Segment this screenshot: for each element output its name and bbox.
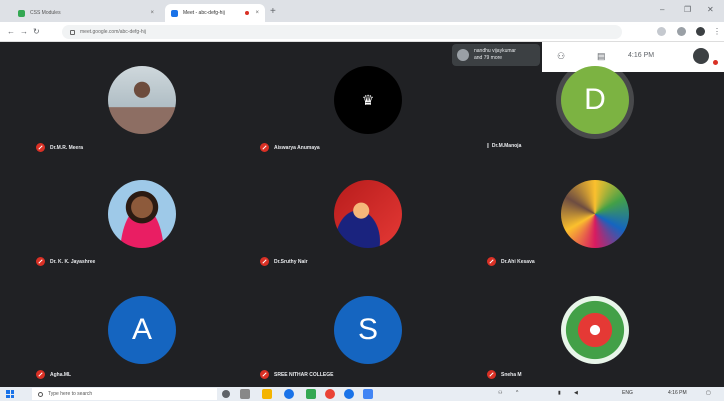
url-text: meet.google.com/abc-defg-hij [80, 29, 146, 35]
network-icon[interactable]: ▮ [558, 390, 561, 396]
new-tab-button[interactable]: + [270, 6, 276, 17]
store-icon[interactable] [306, 389, 316, 399]
tab-title: Meet - abc-defg-hij [183, 10, 225, 16]
taskbar-search-box[interactable]: Type here to search [32, 388, 217, 400]
mic-off-icon [487, 257, 496, 266]
profile-avatar[interactable] [696, 27, 705, 36]
mic-off-icon [260, 370, 269, 379]
avatar-letter: D [584, 83, 606, 116]
participant-name-row: Agha.ML [36, 370, 71, 379]
edge-icon[interactable] [284, 389, 294, 399]
participant-name: Sneha M [501, 371, 522, 378]
participant-name-row: Dr.Sruthy Nair [260, 257, 308, 266]
participant-letter-avatar: S [334, 296, 402, 364]
windows-taskbar: Type here to search ⚇ ^ ▮ ◀ ENG 4:16 PM … [0, 387, 724, 401]
lock-icon [70, 29, 75, 35]
chat-icon[interactable]: ▤ [597, 51, 606, 62]
meet-favicon-icon [171, 9, 178, 17]
participant-photo-avatar [561, 296, 629, 364]
maximize-button[interactable]: ❐ [684, 5, 691, 14]
people-icon[interactable]: ⚇ [557, 51, 565, 62]
self-avatar[interactable] [693, 48, 709, 64]
audio-level-icon: ||| [487, 143, 489, 149]
participant-name-row: Dr. K. K. Jayashree [36, 257, 95, 266]
participant-photo-avatar [334, 180, 402, 248]
tab-title: CSS Modules [30, 10, 61, 16]
tray-up-arrow-icon[interactable]: ^ [516, 390, 518, 396]
close-window-button[interactable]: ✕ [707, 5, 714, 14]
bookmark-star-icon[interactable] [677, 27, 686, 36]
browser-tab[interactable]: CSS Modules × [12, 4, 160, 22]
reload-icon[interactable]: ↻ [33, 27, 40, 36]
tab-favicon-icon [18, 9, 25, 17]
participant-photo-avatar: ♛ [334, 66, 402, 134]
participant-photo-avatar [561, 180, 629, 248]
extension-icon[interactable] [657, 27, 666, 36]
meeting-clock: 4:16 PM [628, 52, 655, 59]
self-muted-indicator [713, 60, 718, 65]
tab-close-icon[interactable]: × [255, 10, 259, 16]
task-view-icon[interactable] [240, 389, 250, 399]
app-icon[interactable] [344, 389, 354, 399]
participant-name: Dr. K. K. Jayashree [50, 258, 96, 265]
windows-start-icon[interactable] [6, 390, 14, 398]
tray-people-icon[interactable]: ⚇ [498, 390, 502, 396]
avatar-letter: A [131, 313, 152, 346]
participant-name-row: SREE NITHAR COLLEGE [260, 370, 333, 379]
presenter-avatar [457, 49, 469, 61]
minimize-button[interactable]: – [660, 5, 664, 14]
crown-icon: ♛ [361, 91, 375, 108]
participant-name-row: Sneha M [487, 370, 522, 379]
tab-close-icon[interactable]: × [150, 10, 154, 16]
mic-off-icon [260, 143, 269, 152]
mic-off-icon [487, 370, 496, 379]
participant-photo-avatar [108, 180, 176, 248]
language-indicator[interactable]: ENG [622, 390, 633, 396]
participant-name: Aiswarya Anumaya [274, 144, 320, 151]
participant-name-row: Aiswarya Anumaya [260, 143, 320, 152]
mic-off-icon [36, 370, 45, 379]
participant-name: Agha.ML [50, 371, 72, 378]
participant-name: Dr.M.Manoja [491, 143, 522, 149]
forward-icon[interactable]: → [20, 27, 28, 36]
back-icon[interactable]: ← [7, 27, 15, 36]
participant-name-row: Dr.Ahi Kesava [487, 257, 535, 266]
taskbar-clock[interactable]: 4:16 PM [668, 390, 687, 396]
avatar-letter: S [357, 313, 378, 346]
participant-letter-avatar: A [108, 296, 176, 364]
search-icon [38, 391, 43, 397]
taskbar-search-placeholder: Type here to search [48, 391, 93, 397]
presenter-name: nandhu vijaykumar [474, 48, 516, 54]
browser-tabstrip: CSS Modules × Meet - abc-defg-hij × + – … [0, 0, 724, 22]
participant-name: Dr.M.R. Meera [50, 144, 84, 151]
browser-toolbar: ← → ↻ meet.google.com/abc-defg-hij ⋮ [0, 22, 724, 42]
mic-off-icon [36, 143, 45, 152]
participant-name-row: ||| Dr.M.Manoja [487, 143, 521, 149]
browser-tab-active[interactable]: Meet - abc-defg-hij × [165, 4, 265, 22]
app-icon[interactable] [363, 389, 373, 399]
browser-menu-icon[interactable]: ⋮ [713, 27, 721, 36]
address-bar[interactable]: meet.google.com/abc-defg-hij [62, 25, 622, 39]
participant-count-text: and 79 more [474, 55, 503, 61]
participant-letter-avatar: D [561, 66, 629, 134]
participant-name: Dr.Ahi Kesava [501, 258, 535, 265]
participant-name-row: Dr.M.R. Meera [36, 143, 83, 152]
notification-icon[interactable]: ▢ [706, 390, 711, 396]
cortana-icon[interactable] [222, 390, 230, 398]
screen: CSS Modules × Meet - abc-defg-hij × + – … [0, 0, 724, 401]
recording-dot-icon [245, 11, 250, 15]
participant-photo-avatar [108, 66, 176, 134]
presenter-chip[interactable]: nandhu vijaykumar and 79 more [452, 44, 540, 66]
participant-name: SREE NITHAR COLLEGE [274, 371, 334, 378]
file-explorer-icon[interactable] [262, 389, 272, 399]
chrome-icon[interactable] [325, 389, 335, 399]
participant-name: Dr.Sruthy Nair [274, 258, 308, 265]
volume-icon[interactable]: ◀ [574, 390, 578, 396]
mic-off-icon [260, 257, 269, 266]
mic-off-icon [36, 257, 45, 266]
